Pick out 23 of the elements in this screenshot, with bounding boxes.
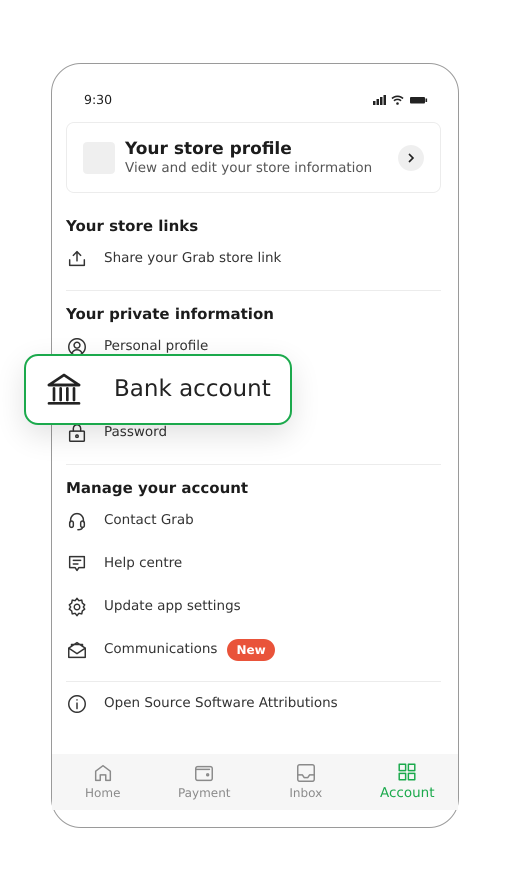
menu-item[interactable]: Contact Grab: [104, 510, 194, 531]
status-icons: [373, 94, 428, 106]
menu-item[interactable]: Help centre: [104, 553, 182, 574]
grid-icon: [396, 760, 418, 783]
menu-item[interactable]: Personal profile: [104, 336, 208, 357]
menu-item[interactable]: Share your Grab store link: [104, 248, 282, 269]
store-profile-card[interactable]: Your store profile View and edit your store information: [66, 122, 441, 193]
store-profile-title: Your store profile: [125, 138, 293, 158]
menu-item[interactable]: Update app settings: [104, 596, 241, 617]
menu-item-label[interactable]: Bank account: [114, 372, 271, 407]
store-profile-subtitle: View and edit your store information: [125, 158, 372, 176]
menu-item[interactable]: Open Source Software Attributions: [104, 693, 338, 714]
section-title: Your store links: [66, 216, 200, 237]
section-title: Manage your account: [66, 478, 250, 499]
settings-icon: [66, 596, 88, 618]
menu-item[interactable]: Communications: [104, 639, 218, 660]
status-time: 9:30: [84, 90, 112, 109]
menu-item[interactable]: Password: [104, 422, 168, 443]
chevron-button[interactable]: [398, 144, 424, 170]
new-badge: New: [227, 638, 275, 660]
info-icon: [66, 692, 88, 714]
section-title: Your private information: [66, 304, 275, 325]
inbox-icon: [294, 762, 317, 784]
